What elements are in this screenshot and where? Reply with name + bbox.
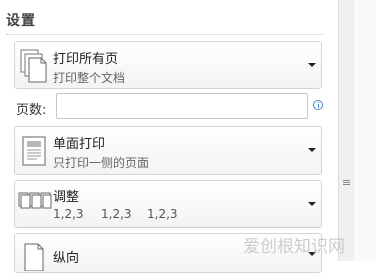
pages-input[interactable] xyxy=(56,93,308,119)
vertical-scrollbar[interactable] xyxy=(338,0,354,261)
collated-pages-icon xyxy=(18,190,52,218)
print-range-title: 打印所有页 xyxy=(53,52,119,67)
watermark-text: 爱创根知识网 xyxy=(243,237,345,257)
collation-dropdown[interactable]: 调整 1,2,3 1,2,3 1,2,3 xyxy=(14,180,322,228)
print-settings-panel: 设置 打印所有页 打印整个文档 页数: 单面打印 只打印一侧的页面 调整 1,2… xyxy=(0,0,338,273)
collation-title: 调整 xyxy=(53,190,80,205)
collation-sequence: 1,2,3 xyxy=(53,207,84,221)
print-sides-title: 单面打印 xyxy=(53,137,106,152)
chevron-down-icon xyxy=(308,63,316,67)
pages-label: 页数: xyxy=(16,103,47,118)
section-title: 设置 xyxy=(6,13,36,29)
info-icon[interactable] xyxy=(313,100,323,110)
print-range-subtitle: 打印整个文档 xyxy=(53,71,126,85)
orientation-title: 纵向 xyxy=(53,251,80,266)
preview-area-edge xyxy=(354,0,376,261)
print-sides-subtitle: 只打印一侧的页面 xyxy=(53,156,150,170)
section-divider xyxy=(6,34,324,35)
chevron-down-icon xyxy=(308,148,316,152)
pages-stack-icon xyxy=(19,48,49,88)
print-range-dropdown[interactable]: 打印所有页 打印整个文档 xyxy=(14,41,322,89)
collation-sequence: 1,2,3 xyxy=(147,207,178,221)
collation-sequence: 1,2,3 xyxy=(101,207,132,221)
portrait-page-icon xyxy=(19,241,49,275)
print-sides-dropdown[interactable]: 单面打印 只打印一侧的页面 xyxy=(14,126,322,175)
scroll-grip-icon[interactable] xyxy=(343,180,350,185)
chevron-down-icon xyxy=(308,202,316,206)
single-page-icon xyxy=(19,133,49,173)
